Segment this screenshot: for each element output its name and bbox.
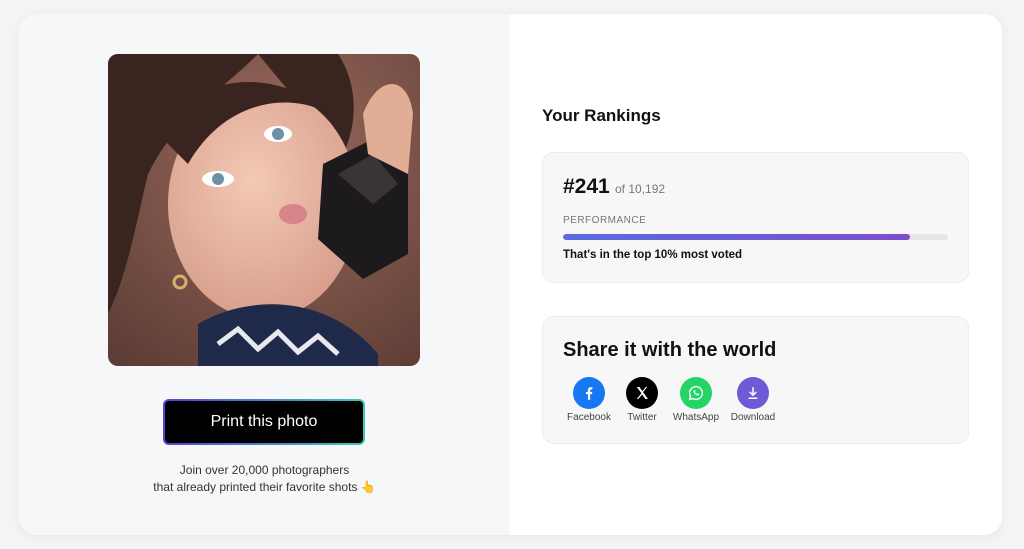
share-whatsapp-button[interactable]: WhatsApp [666, 377, 726, 423]
ranking-card: #241 of 10,192 PERFORMANCE That's in the… [542, 152, 969, 283]
join-text: Join over 20,000 photographers that alre… [19, 462, 510, 496]
share-facebook-button[interactable]: Facebook [559, 377, 619, 423]
performance-bar [563, 234, 948, 240]
share-whatsapp-label: WhatsApp [672, 412, 720, 423]
print-photo-button[interactable]: Print this photo [163, 399, 365, 445]
photo-panel: Print this photo Join over 20,000 photog… [19, 14, 510, 535]
whatsapp-icon [680, 377, 712, 409]
share-facebook-label: Facebook [567, 412, 611, 423]
share-twitter-button[interactable]: Twitter [612, 377, 672, 423]
share-twitter-label: Twitter [627, 412, 657, 423]
rank-total: of 10,192 [615, 182, 666, 196]
top-percent-text: That's in the top 10% most voted [563, 249, 743, 261]
performance-label: PERFORMANCE [563, 215, 647, 226]
share-card: Share it with the world Facebook Twitter… [542, 316, 969, 444]
download-icon [737, 377, 769, 409]
rankings-panel: Your Rankings #241 of 10,192 PERFORMANCE… [510, 14, 1002, 535]
share-download-button[interactable]: Download [723, 377, 783, 423]
join-line-2: that already printed their favorite shot… [153, 480, 376, 494]
photo-image [108, 54, 420, 366]
join-line-1: Join over 20,000 photographers [179, 463, 350, 477]
x-icon [626, 377, 658, 409]
performance-bar-fill [563, 234, 910, 240]
photo[interactable] [108, 54, 420, 366]
results-card: Print this photo Join over 20,000 photog… [19, 14, 1002, 535]
rankings-title: Your Rankings [542, 106, 661, 125]
facebook-icon [573, 377, 605, 409]
share-download-label: Download [730, 412, 776, 423]
share-title: Share it with the world [563, 339, 777, 361]
rank-number: #241 [563, 175, 610, 198]
